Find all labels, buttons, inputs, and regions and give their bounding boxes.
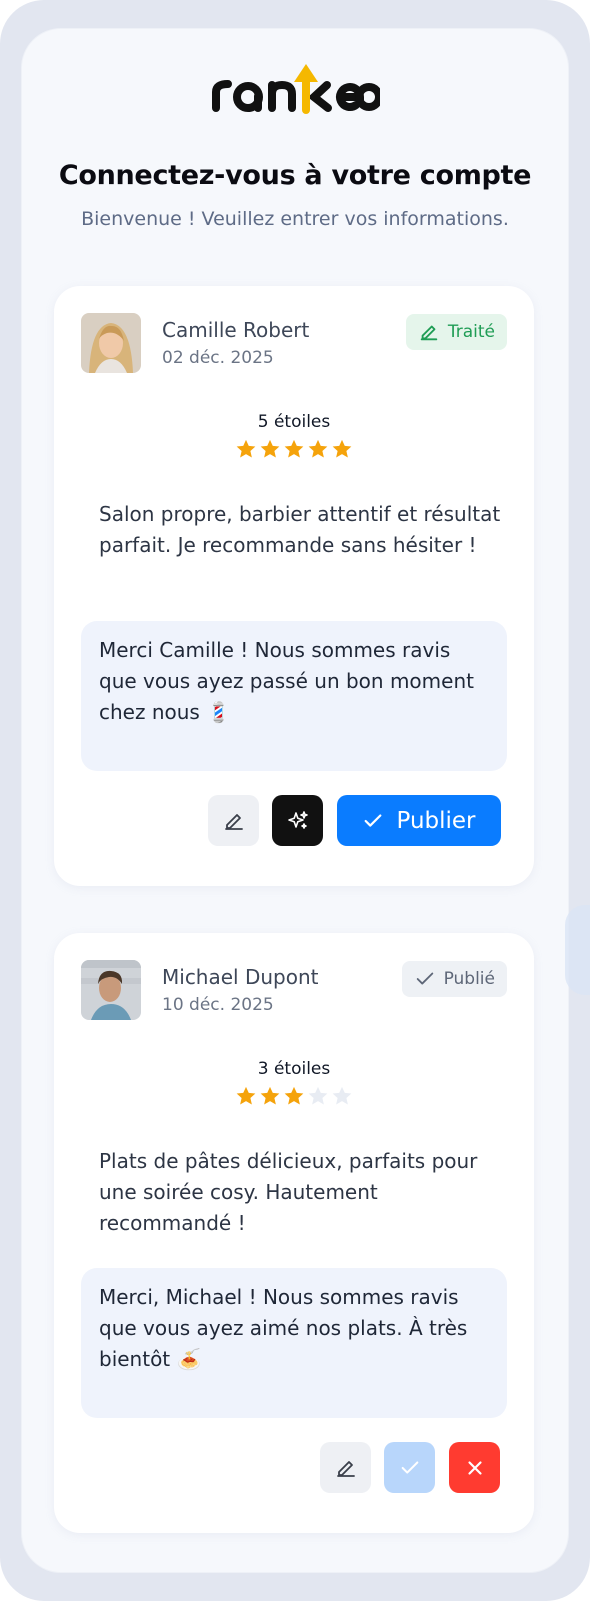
star-icon — [307, 438, 330, 460]
star-icon — [331, 438, 354, 460]
edit-button[interactable] — [208, 795, 259, 846]
star-icon — [259, 438, 282, 460]
review-text: Plats de pâtes délicieux, parfaits pour … — [99, 1149, 478, 1235]
check-icon — [416, 972, 433, 985]
status-badge: Traité — [405, 314, 507, 350]
status-badge: Publié — [401, 961, 507, 997]
publish-button[interactable]: Publier — [337, 795, 501, 846]
review-date: 02 déc. 2025 — [162, 348, 274, 368]
close-icon — [467, 1460, 482, 1475]
review-date: 10 déc. 2025 — [162, 995, 274, 1015]
reply-text[interactable]: Merci, Michael ! Nous sommes ravis que v… — [81, 1268, 507, 1418]
star-icon — [283, 438, 306, 460]
star-icon — [235, 438, 258, 460]
status-label: Publié — [443, 969, 495, 989]
review-text: Salon propre, barbier attentif et résult… — [99, 502, 501, 557]
pencil-icon — [224, 813, 243, 830]
rating-label: 5 étoiles — [257, 412, 331, 432]
status-label: Traité — [447, 322, 495, 342]
reviewer-name: Camille Robert — [162, 318, 310, 342]
page-subtitle: Bienvenue ! Veuillez entrer vos informat… — [81, 208, 509, 230]
check-icon — [401, 1460, 418, 1474]
rating-label: 3 étoiles — [257, 1059, 331, 1079]
star-icon-empty — [307, 1085, 330, 1107]
star-rating — [54, 438, 534, 460]
avatar — [81, 960, 141, 1020]
pencil-icon — [336, 1460, 355, 1477]
star-rating — [54, 1085, 534, 1107]
star-icon — [259, 1085, 282, 1107]
sparkle-icon — [287, 810, 308, 829]
reject-button[interactable] — [449, 1442, 500, 1493]
star-icon — [235, 1085, 258, 1107]
star-icon — [283, 1085, 306, 1107]
edit-button[interactable] — [320, 1442, 371, 1493]
review-card: Michael Dupont 10 déc. 2025 Publié 3 éto… — [54, 933, 534, 1533]
star-icon-empty — [331, 1085, 354, 1107]
publish-label: Publier — [396, 807, 476, 834]
check-icon — [365, 813, 382, 827]
ai-generate-button[interactable] — [272, 795, 323, 846]
background-decoration — [565, 905, 590, 995]
page-title: Connectez-vous à votre compte — [58, 160, 532, 191]
brand-logo — [0, 58, 590, 118]
approve-button[interactable] — [384, 1442, 435, 1493]
review-card: Camille Robert 02 déc. 2025 Traité 5 éto… — [54, 286, 534, 886]
avatar — [81, 313, 141, 373]
reply-text[interactable]: Merci Camille ! Nous sommes ravis que vo… — [81, 621, 507, 771]
reviewer-name: Michael Dupont — [162, 965, 319, 989]
pencil-icon — [420, 325, 438, 341]
